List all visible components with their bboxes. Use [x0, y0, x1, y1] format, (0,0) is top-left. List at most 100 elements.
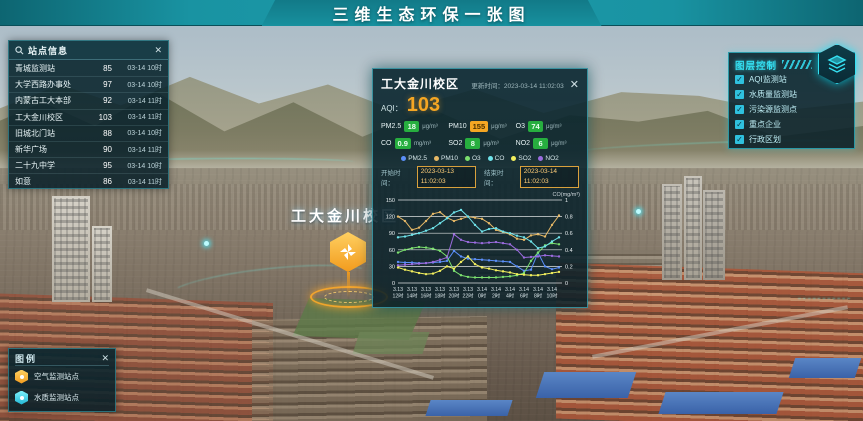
blue-roof-warehouse: [658, 392, 783, 414]
pollutant-name: NO2: [516, 140, 530, 147]
layer-checkbox-row[interactable]: ✓水质量监测站: [735, 87, 848, 102]
legend-item[interactable]: O3: [465, 155, 481, 162]
station-aqi: 97: [90, 80, 112, 89]
popup-title: 工大金川校区: [381, 75, 459, 92]
pollutant-name: SO2: [448, 140, 462, 147]
station-marker-icon: [15, 391, 28, 405]
pollutant-cell: PM10155μg/m³: [448, 121, 511, 132]
station-row[interactable]: 青城监测站8503-14 10时: [9, 60, 168, 76]
station-row[interactable]: 旧城北门站8803-14 10时: [9, 125, 168, 141]
app-root: 工大金川校区 三维生态环保一张图 站点信息 ✕ 青城监测站8503-14 10时…: [0, 0, 863, 421]
legend-item[interactable]: PM2.5: [401, 155, 427, 162]
legend-title: 图例: [15, 352, 101, 365]
station-row[interactable]: 如意8603-14 11时: [9, 173, 168, 189]
station-row[interactable]: 新华广场9003-14 11时: [9, 141, 168, 157]
layers-icon: [818, 44, 856, 84]
legend-item[interactable]: PM10: [434, 155, 458, 162]
legend-dot-icon: [434, 156, 439, 161]
checkbox-checked-icon[interactable]: ✓: [735, 90, 744, 99]
svg-text:3.1318时: 3.1318时: [435, 287, 446, 300]
legend-label: SO2: [518, 155, 531, 162]
station-name: 大学西路办事处: [15, 79, 90, 90]
station-update-time: 03-14 10时: [112, 63, 162, 73]
pollutant-cell: NO26μg/m³: [516, 138, 579, 149]
station-update-time: 03-14 11时: [112, 96, 162, 106]
station-update-time: 03-14 10时: [112, 128, 162, 138]
station-update-time: 03-14 11时: [112, 112, 162, 122]
legend-item[interactable]: NO2: [538, 155, 558, 162]
search-icon[interactable]: [15, 46, 24, 55]
tower-building: [92, 226, 112, 302]
layer-checkbox-row[interactable]: ✓ 重点企业: [735, 117, 848, 132]
legend-item[interactable]: SO2: [511, 155, 531, 162]
checkbox-checked-icon[interactable]: ✓: [735, 135, 744, 144]
svg-text:3.1312时: 3.1312时: [393, 287, 404, 300]
station-update-time: 03-14 11时: [112, 145, 162, 155]
layer-checkbox-row[interactable]: ✓ 污染源监测点: [735, 102, 848, 117]
svg-text:3.140时: 3.140时: [477, 287, 487, 300]
close-icon[interactable]: ✕: [101, 354, 109, 363]
start-time-input[interactable]: 2023-03-13 11:02:03: [417, 166, 476, 188]
layers-toggle-button[interactable]: [818, 44, 856, 84]
map-point[interactable]: [636, 209, 641, 214]
blue-roof-warehouse: [789, 358, 861, 378]
station-row[interactable]: 内蒙古工大本部9203-14 11时: [9, 92, 168, 108]
map-point[interactable]: [204, 241, 209, 246]
checkbox-checked-icon[interactable]: ✓: [735, 75, 744, 84]
svg-text:3.1320时: 3.1320时: [449, 287, 460, 300]
tower-building: [684, 176, 702, 280]
legend-header: 图例 ✕: [15, 352, 109, 366]
station-update-time: 03-14 10时: [112, 161, 162, 171]
pollutant-cell: PM2.518μg/m³: [381, 121, 444, 132]
start-time-label: 开始时间：: [381, 167, 409, 187]
svg-text:150: 150: [386, 198, 395, 204]
close-icon[interactable]: ✕: [154, 46, 162, 55]
time-range-row: 开始时间： 2023-03-13 11:02:03 结束时间： 2023-03-…: [381, 166, 579, 188]
pollutant-unit: mg/m³: [414, 141, 431, 147]
svg-text:3.1316时: 3.1316时: [421, 287, 432, 300]
station-name: 内蒙古工大本部: [15, 95, 90, 106]
legend-dot-icon: [401, 156, 406, 161]
station-row[interactable]: 大学西路办事处9703-14 10时: [9, 76, 168, 92]
green-field: [352, 332, 429, 354]
station-row[interactable]: 二十九中学9503-14 10时: [9, 157, 168, 173]
station-aqi: 90: [90, 145, 112, 154]
chart-legend: PM2.5 PM10 O3 CO SO2 NO2: [381, 155, 579, 162]
pollutant-unit: μg/m³: [483, 141, 498, 147]
pollutant-value-badge: 18: [404, 121, 419, 132]
layer-panel-title: 图层控制: [735, 58, 777, 72]
layer-checkbox-row[interactable]: ✓行政区划: [735, 132, 848, 147]
legend-list: 空气监测站点水质监测站点: [15, 366, 109, 408]
layer-label: 污染源监测点: [749, 104, 797, 115]
pollutant-value-badge: 155: [470, 121, 489, 132]
svg-text:3.148时: 3.148时: [533, 287, 543, 300]
aqi-row: AQI： 103: [381, 95, 579, 115]
checkbox-checked-icon[interactable]: ✓: [735, 105, 744, 114]
station-aqi: 86: [90, 177, 112, 186]
pollutant-name: PM10: [448, 123, 466, 130]
station-name: 如意: [15, 176, 90, 187]
legend-label: O3: [472, 155, 481, 162]
station-update-time: 03-14 11时: [112, 177, 162, 187]
legend-item[interactable]: CO: [488, 155, 505, 162]
end-time-label: 结束时间：: [484, 167, 512, 187]
blue-roof-warehouse: [536, 372, 636, 398]
blue-roof-warehouse: [425, 400, 512, 416]
checkbox-checked-icon[interactable]: ✓: [735, 120, 744, 129]
legend-dot-icon: [465, 156, 470, 161]
end-time-input[interactable]: 2023-03-14 11:02:03: [520, 166, 579, 188]
station-name: 新华广场: [15, 144, 90, 155]
station-name: 旧城北门站: [15, 128, 90, 139]
svg-text:0.2: 0.2: [565, 264, 573, 270]
svg-text:0.4: 0.4: [565, 248, 573, 254]
legend-label: PM10: [441, 155, 458, 162]
pollutant-value-badge: 0.9: [395, 138, 411, 149]
station-row[interactable]: 工大金川校区10303-14 11时: [9, 109, 168, 125]
close-icon[interactable]: ✕: [570, 80, 579, 91]
layer-label: 重点企业: [749, 119, 781, 130]
svg-text:60: 60: [389, 248, 395, 254]
pollutant-cell: CO0.9mg/m³: [381, 138, 444, 149]
station-aqi: 95: [90, 161, 112, 170]
tower-building: [52, 196, 90, 302]
svg-text:3.1314时: 3.1314时: [407, 287, 418, 300]
